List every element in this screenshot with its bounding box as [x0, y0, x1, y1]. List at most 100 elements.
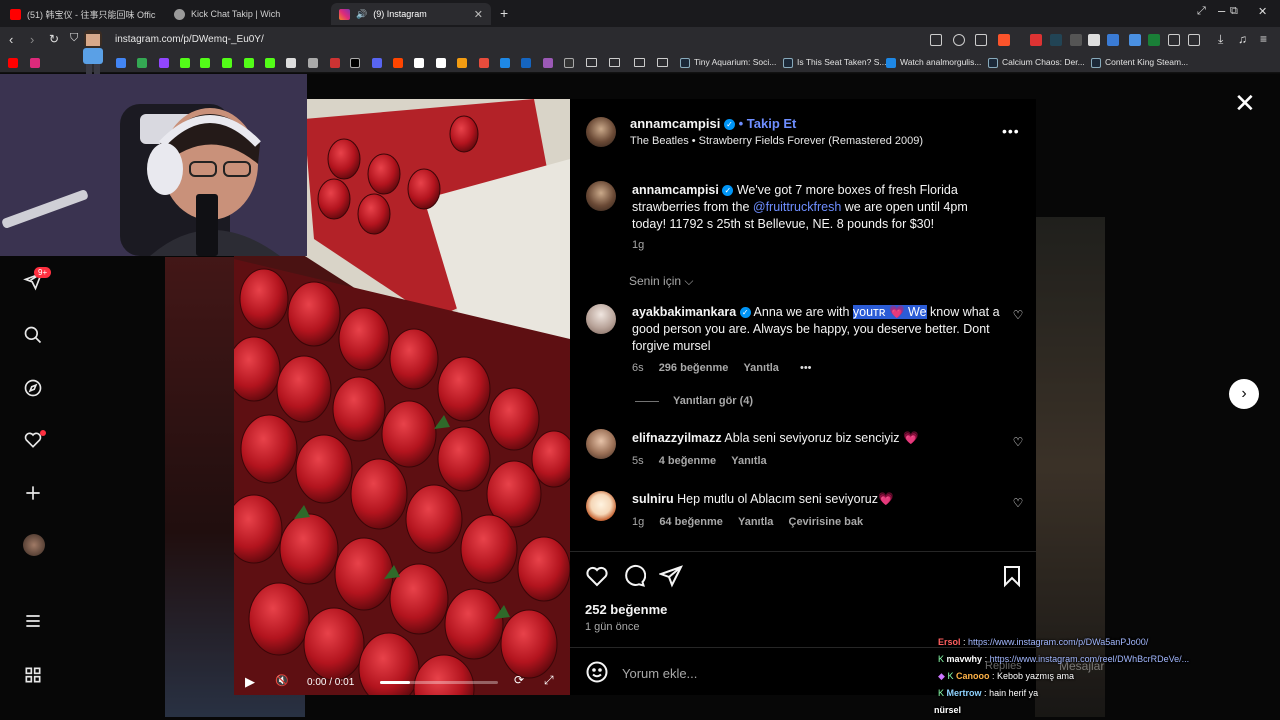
follow-button[interactable]: Takip Et [747, 116, 797, 131]
new-tab-button[interactable]: + [500, 5, 508, 21]
kick-bookmark-icon[interactable] [244, 58, 254, 68]
comment-like-icon[interactable]: ♡ [1011, 435, 1025, 449]
caption-mention[interactable]: @fruittruckfresh [753, 200, 841, 214]
caption-username[interactable]: annamcampisi [632, 183, 719, 197]
download-icon[interactable]: ⤓ [1218, 32, 1223, 47]
close-tab-icon[interactable]: ✕ [474, 8, 483, 21]
close-window-icon[interactable]: ✕ [1258, 5, 1267, 18]
bookmark-icon[interactable] [564, 58, 574, 68]
kick-bookmark-icon[interactable] [180, 58, 190, 68]
tab-kick-chat[interactable]: Kick Chat Takip | Wich [166, 3, 328, 25]
comment-username[interactable]: sulniru [632, 492, 674, 506]
bookmark-icon[interactable] [543, 58, 553, 68]
sidebar-icon[interactable] [1188, 34, 1200, 46]
reply-button[interactable]: Yanıtla [731, 455, 766, 467]
bookmark-icon[interactable] [1000, 564, 1024, 593]
profile-nav-avatar[interactable] [23, 534, 45, 556]
view-replies-button[interactable]: Yanıtları gör (4) [673, 395, 753, 407]
folder-icon[interactable] [609, 58, 620, 67]
tab-instagram[interactable]: 🔊 (9) Instagram ✕ [331, 3, 491, 25]
fullscreen-icon[interactable]: ⤢ [544, 673, 554, 688]
tab-youtube[interactable]: (51) 韩宝仪 - 往事只能回味 Official M [2, 3, 164, 25]
comment-likes[interactable]: 4 beğenme [659, 455, 716, 467]
bookmark-icon[interactable] [137, 58, 147, 68]
twitch-bookmark-icon[interactable] [159, 58, 169, 68]
comment-icon[interactable] [622, 564, 647, 593]
bookmark-icon[interactable] [116, 58, 126, 68]
kick-bookmark-icon[interactable] [222, 58, 232, 68]
extension-icon[interactable] [1088, 34, 1100, 46]
like-count[interactable]: 252 beğenme [585, 602, 667, 617]
bookmark-link[interactable]: Watch analmorgulis... [900, 57, 981, 67]
more-options-icon[interactable]: ••• [1002, 123, 1020, 139]
explore-nav-icon[interactable] [22, 377, 44, 399]
bookmark-icon[interactable] [521, 58, 531, 68]
bookmark-link[interactable]: Content King Steam... [1105, 57, 1188, 67]
author-avatar[interactable] [586, 117, 616, 147]
close-icon[interactable]: ✕ [1234, 90, 1256, 116]
share-page-icon[interactable] [975, 34, 987, 46]
forward-icon[interactable]: › [30, 32, 34, 47]
extensions-puzzle-icon[interactable] [1168, 34, 1180, 46]
apps-nav-icon[interactable] [22, 664, 44, 686]
minimize-icon[interactable]: – [1218, 3, 1225, 18]
extension-icon[interactable] [1070, 34, 1082, 46]
folder-icon[interactable] [657, 58, 668, 67]
bookmark-link[interactable]: Is This Seat Taken? S... [797, 57, 886, 67]
bookmark-icon[interactable] [372, 58, 382, 68]
extension-icon[interactable] [1030, 34, 1042, 46]
reply-button[interactable]: Yanıtla [743, 362, 778, 374]
youtube-bookmark-icon[interactable] [8, 58, 18, 68]
comment-likes[interactable]: 296 beğenme [659, 362, 729, 374]
bookmark-icon[interactable] [286, 58, 296, 68]
instagram-bookmark-icon[interactable] [30, 58, 40, 68]
search-nav-icon[interactable] [22, 324, 44, 346]
reply-button[interactable]: Yanıtla [738, 516, 773, 528]
caption-avatar[interactable] [586, 181, 616, 211]
mute-icon[interactable]: 🔇 [275, 674, 289, 687]
extension-icon[interactable] [1050, 34, 1062, 46]
bookmark-link[interactable]: Calcium Chaos: Der... [1002, 57, 1085, 67]
brave-shield-icon[interactable] [998, 34, 1010, 46]
comment-username[interactable]: ayakbakimankara [632, 305, 736, 319]
comment-more-icon[interactable]: ••• [800, 362, 812, 374]
bookmark-link[interactable]: Tiny Aquarium: Soci... [694, 57, 776, 67]
bookmark-icon[interactable] [500, 58, 510, 68]
bookmark-icon[interactable] [308, 58, 318, 68]
music-icon[interactable]: ♫ [1238, 32, 1247, 46]
more-menu-icon[interactable] [22, 610, 44, 632]
comment-avatar[interactable] [586, 491, 616, 521]
comment-avatar[interactable] [586, 304, 616, 334]
send-icon[interactable] [658, 564, 683, 593]
comment-like-icon[interactable]: ♡ [1011, 496, 1025, 510]
maximize-icon[interactable]: ⧉ [1230, 5, 1238, 18]
extension-icon[interactable] [1148, 34, 1160, 46]
bookmark-icon[interactable] [457, 58, 467, 68]
reload-icon[interactable]: ↻ [49, 32, 59, 46]
loop-icon[interactable]: ⟳ [514, 673, 524, 687]
kick-bookmark-icon[interactable] [200, 58, 210, 68]
zoom-icon[interactable] [953, 34, 965, 46]
comment-likes[interactable]: 64 beğenme [659, 516, 723, 528]
bookmark-icon[interactable] [330, 58, 340, 68]
comment-username[interactable]: elifnazzyilmazz [632, 431, 722, 445]
play-icon[interactable]: ▶ [245, 674, 255, 690]
emoji-icon[interactable] [585, 660, 609, 689]
bookmark-icon[interactable] [436, 58, 446, 68]
x-bookmark-icon[interactable] [350, 58, 360, 68]
url-field[interactable]: instagram.com/p/DWemq-_Eu0Y/ [115, 34, 264, 45]
extension-icon[interactable] [1107, 34, 1119, 46]
tab-search-icon[interactable]: ⤢ [1197, 5, 1206, 18]
extension-icon[interactable] [1129, 34, 1141, 46]
folder-icon[interactable] [586, 58, 597, 67]
bookmark-icon[interactable] [479, 58, 489, 68]
cast-icon[interactable] [930, 34, 942, 46]
kick-bookmark-icon[interactable] [265, 58, 275, 68]
folder-icon[interactable] [634, 58, 645, 67]
reddit-bookmark-icon[interactable] [393, 58, 403, 68]
bookmark-page-icon[interactable]: ⛉ [70, 32, 78, 45]
chevron-right-icon[interactable]: › [1229, 379, 1259, 409]
author-username[interactable]: annamcampisi [630, 116, 720, 131]
comment-avatar[interactable] [586, 429, 616, 459]
comment-input[interactable]: Yorum ekle... [622, 666, 697, 681]
